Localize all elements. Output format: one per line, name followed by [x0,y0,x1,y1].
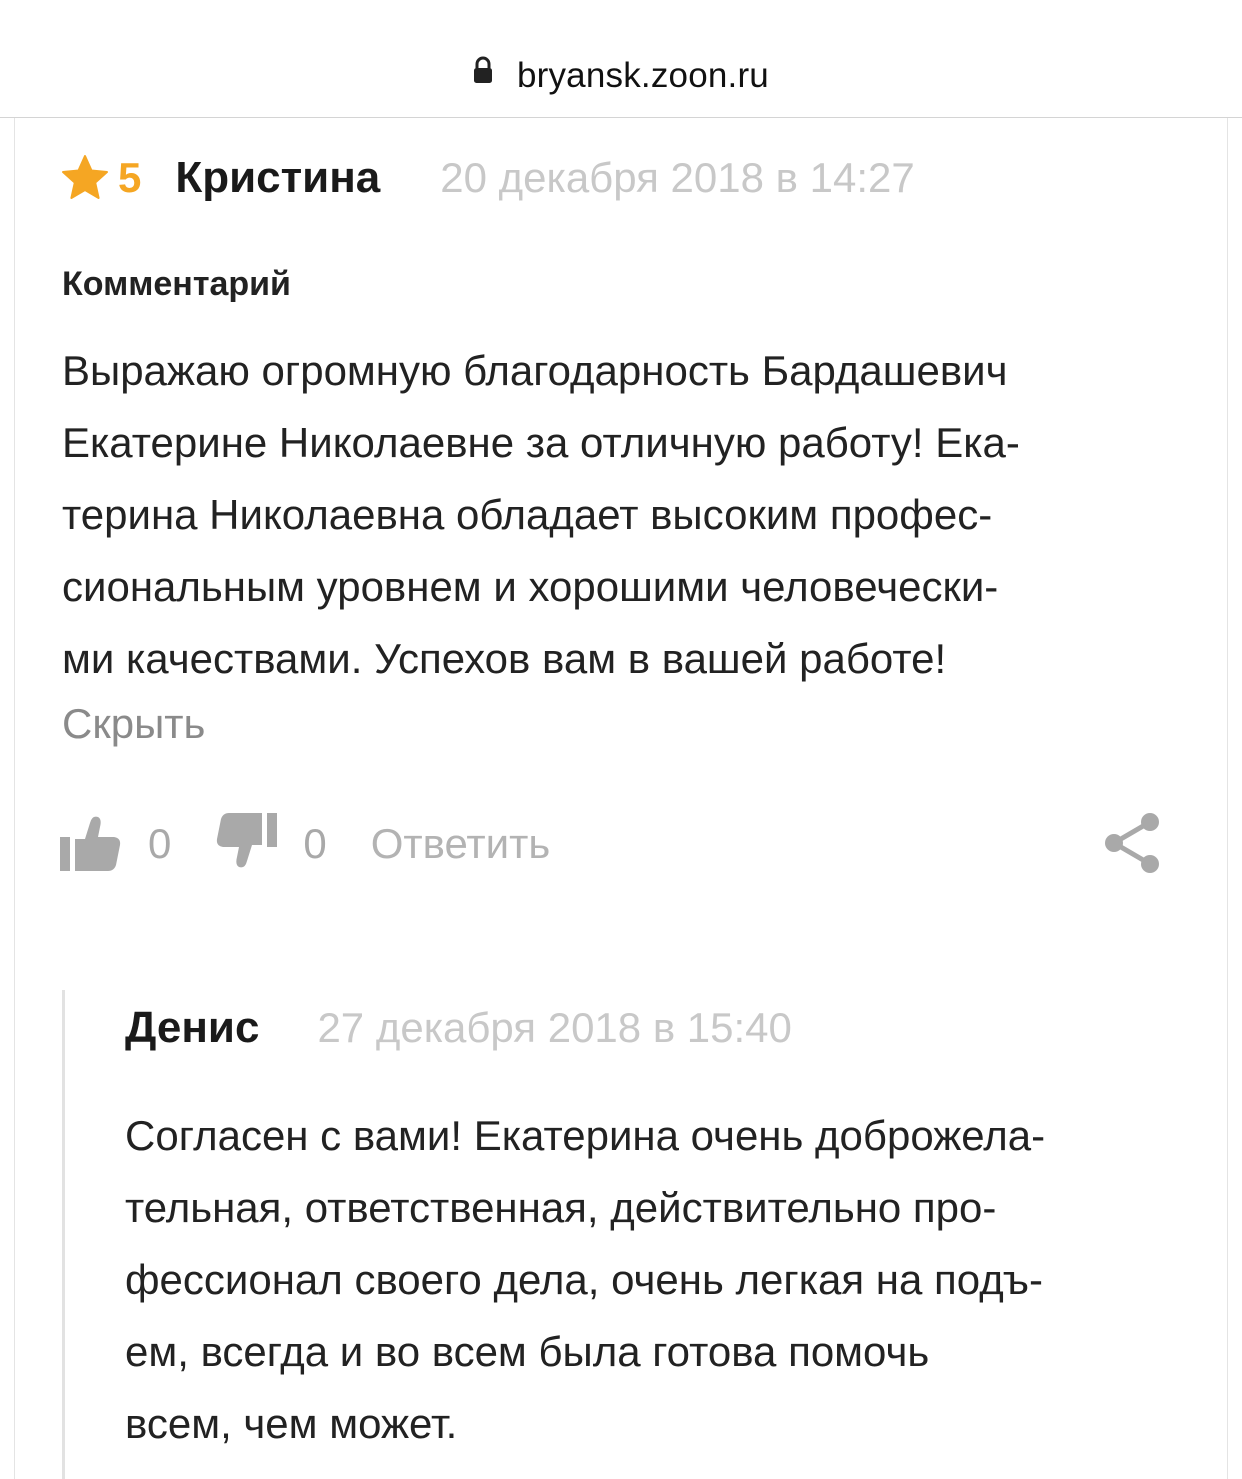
page-edge-right [1227,118,1228,1479]
reply-author[interactable]: Денис [125,1003,259,1053]
dislikes-count: 0 [303,820,327,867]
comment-label: Комментарий [62,265,291,303]
reply-line: тельная, ответственная, действительно пр… [125,1184,997,1231]
likes-count: 0 [148,820,172,867]
review-rating: 5 [118,154,142,201]
comment-line: ми качествами. Успехов вам в вашей работ… [62,635,947,682]
thumbs-down-icon[interactable] [215,812,278,876]
comment-line: терина Николаевна обладает высоким профе… [62,491,993,538]
share-icon[interactable] [1100,810,1164,876]
star-icon [60,153,110,203]
browser-address-bar[interactable]: bryansk.zoon.ru [0,0,1242,118]
reply-line: всем, чем может. [125,1400,458,1447]
comment-line: Екатерине Николаевне за отличную работу!… [62,419,1020,466]
thumbs-up-icon[interactable] [60,813,122,876]
reply-block: Денис 27 декабря 2018 в 15:40 Согласен с… [62,990,1202,1479]
reply-button[interactable]: Ответить [371,820,551,868]
reply-line: фессионал своего дела, очень легкая на п… [125,1256,1044,1303]
address-bar-content: bryansk.zoon.ru [0,54,1242,96]
comment-line: сиональным уровнем и хорошими человеческ… [62,563,999,610]
lock-icon [473,53,493,93]
comment-text: Выражаю огромную благодарность Бардашеви… [62,335,1192,695]
comment-line: Выражаю огромную благодарность Бардашеви… [62,347,1008,394]
review-actions: 0 0 Ответить [60,812,550,876]
hide-comment-link[interactable]: Скрыть [62,700,205,748]
reply-date: 27 декабря 2018 в 15:40 [317,1004,792,1051]
review-author[interactable]: Кристина [175,153,380,203]
reply-line: Согласен с вами! Екатерина очень доброже… [125,1112,1046,1159]
reply-text: Согласен с вами! Екатерина очень доброже… [125,1100,1195,1460]
review-date: 20 декабря 2018 в 14:27 [440,154,915,201]
review-header: 5 Кристина 20 декабря 2018 в 14:27 [60,150,915,206]
reply-line: ем, всегда и во всем была готова помочь [125,1328,930,1375]
address-url[interactable]: bryansk.zoon.ru [517,56,769,95]
page-edge-left [14,118,15,1479]
reply-header: Денис 27 декабря 2018 в 15:40 [125,1000,792,1056]
